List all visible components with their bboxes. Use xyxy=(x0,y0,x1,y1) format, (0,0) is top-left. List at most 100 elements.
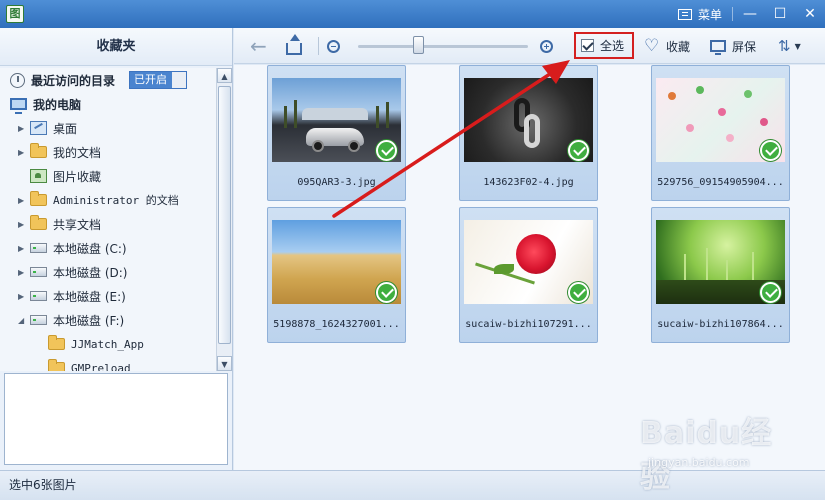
monitor-icon xyxy=(710,40,726,55)
selected-check-icon xyxy=(568,282,589,303)
image-filename: sucaiw-bizhi107291... xyxy=(465,319,592,330)
select-all-label: 全选 xyxy=(600,39,625,53)
sidebar-item-label: 本地磁盘 (C:) xyxy=(53,241,127,256)
sidebar-item-recent[interactable]: 最近访问的目录 已开启 xyxy=(0,68,216,92)
expand-arrow-icon[interactable]: ▶ xyxy=(18,268,28,277)
sidebar-item-admin-documents[interactable]: ▶ Administrator 的文档 xyxy=(0,188,216,212)
selected-check-icon xyxy=(568,140,589,161)
sidebar-item-label: 本地磁盘 (F:) xyxy=(53,313,125,328)
image-card[interactable]: sucaiw-bizhi107291... xyxy=(459,207,598,343)
disk-icon xyxy=(30,291,47,301)
menu-label: 菜单 xyxy=(697,7,722,22)
select-all-button[interactable]: 全选 xyxy=(574,32,634,59)
sidebar-item-gmpreload[interactable]: GMPreload xyxy=(0,356,216,371)
folder-icon xyxy=(48,335,65,350)
image-filename: 095QAR3-3.jpg xyxy=(297,177,376,188)
image-card[interactable]: 143623F02-4.jpg xyxy=(459,65,598,201)
sidebar-item-disk-e[interactable]: ▶ 本地磁盘 (E:) xyxy=(0,284,216,308)
sidebar-item-disk-c[interactable]: ▶ 本地磁盘 (C:) xyxy=(0,236,216,260)
sidebar-item-shared-documents[interactable]: ▶ 共享文档 xyxy=(0,212,216,236)
thumbnail-grid: 095QAR3-3.jpg 143623F02-4.jpg 529756_091… xyxy=(234,65,825,470)
sort-button[interactable]: ⇅ ▼ xyxy=(778,28,801,64)
checkbox-checked-icon xyxy=(581,39,594,52)
recent-toggle[interactable]: 已开启 xyxy=(129,71,188,89)
folder-icon xyxy=(30,191,47,206)
image-card[interactable]: 5198878_1624327001... xyxy=(267,207,406,343)
toolbar: ← 全选 ♡ 收藏 屏保 ⇅ ▼ xyxy=(234,28,825,64)
heart-icon: ♡ xyxy=(644,36,660,56)
expand-arrow-icon[interactable]: ▶ xyxy=(18,292,28,301)
sidebar-item-computer[interactable]: 我的电脑 xyxy=(0,92,216,116)
selected-check-icon xyxy=(376,282,397,303)
close-button[interactable]: ✕ xyxy=(795,2,825,26)
sidebar-item-disk-d[interactable]: ▶ 本地磁盘 (D:) xyxy=(0,260,216,284)
sidebar-item-label: 最近访问的目录 xyxy=(31,73,116,88)
image-card[interactable]: sucaiw-bizhi107864... xyxy=(651,207,790,343)
maximize-button[interactable]: ☐ xyxy=(765,2,795,26)
preview-panel xyxy=(4,373,228,465)
image-filename: 529756_09154905904... xyxy=(657,177,784,188)
disk-icon xyxy=(30,267,47,277)
expand-arrow-icon[interactable]: ▶ xyxy=(18,220,28,229)
folder-icon xyxy=(30,143,47,158)
status-text: 选中6张图片 xyxy=(9,478,77,492)
zoom-slider[interactable] xyxy=(358,45,528,48)
zoom-in-icon[interactable] xyxy=(540,28,558,64)
zoom-slider-thumb[interactable] xyxy=(412,36,424,54)
favorite-button[interactable]: ♡ 收藏 xyxy=(644,28,690,64)
title-bar: 图 菜单 — ☐ ✕ xyxy=(0,0,825,28)
sidebar-item-label: 本地磁盘 (D:) xyxy=(53,265,128,280)
sidebar-item-label: 我的文档 xyxy=(53,145,102,160)
expand-arrow-icon[interactable]: ▶ xyxy=(18,124,28,133)
zoom-out-icon[interactable] xyxy=(327,28,345,64)
clock-icon xyxy=(10,72,25,88)
app-logo-icon: 图 xyxy=(6,5,24,23)
divider xyxy=(732,7,733,21)
image-filename: sucaiw-bizhi107864... xyxy=(657,319,784,330)
computer-icon xyxy=(10,98,27,114)
favorite-label: 收藏 xyxy=(666,39,691,54)
back-arrow-icon[interactable]: ← xyxy=(250,28,267,64)
sidebar-scrollbar[interactable]: ▲ ▼ xyxy=(216,68,232,371)
folder-icon xyxy=(30,215,47,230)
selected-check-icon xyxy=(760,140,781,161)
sidebar-item-label: GMPreload xyxy=(71,361,131,372)
image-card[interactable]: 529756_09154905904... xyxy=(651,65,790,201)
sidebar-item-label: 我的电脑 xyxy=(33,97,82,112)
sidebar-item-disk-f[interactable]: ◢ 本地磁盘 (F:) xyxy=(0,308,216,332)
expand-arrow-icon[interactable]: ▶ xyxy=(18,148,28,157)
disk-icon xyxy=(30,315,47,325)
expand-arrow-icon[interactable]: ▶ xyxy=(18,196,28,205)
screensaver-label: 屏保 xyxy=(732,39,757,54)
menu-button[interactable]: 菜单 xyxy=(670,3,730,25)
sidebar-item-label: 本地磁盘 (E:) xyxy=(53,289,126,304)
sidebar-item-my-documents[interactable]: ▶ 我的文档 xyxy=(0,140,216,164)
expand-arrow-icon[interactable]: ▶ xyxy=(18,244,28,253)
screensaver-button[interactable]: 屏保 xyxy=(710,28,756,64)
folder-tree: 最近访问的目录 已开启 我的电脑 ▶ 桌面 ▶ 我的文档 图片收藏 ▶ Admi… xyxy=(0,68,216,371)
status-bar: 选中6张图片 xyxy=(0,470,825,500)
collapse-arrow-icon[interactable]: ◢ xyxy=(18,316,28,325)
parent-folder-icon[interactable] xyxy=(286,28,304,64)
window-controls: 菜单 — ☐ ✕ xyxy=(670,0,825,28)
sidebar-item-jjmatch[interactable]: JJMatch_App xyxy=(0,332,216,356)
desktop-icon xyxy=(30,121,47,135)
divider xyxy=(318,37,319,55)
disk-icon xyxy=(30,243,47,253)
sidebar-item-label: 共享文档 xyxy=(53,217,102,232)
sort-icon: ⇅ xyxy=(778,37,791,55)
image-card[interactable]: 095QAR3-3.jpg xyxy=(267,65,406,201)
picture-icon xyxy=(30,169,47,183)
sidebar-item-label: 图片收藏 xyxy=(53,169,102,184)
scroll-down-icon[interactable]: ▼ xyxy=(217,356,232,371)
minimize-button[interactable]: — xyxy=(735,2,765,26)
menu-icon xyxy=(677,8,692,20)
scrollbar-thumb[interactable] xyxy=(218,86,231,344)
scroll-up-icon[interactable]: ▲ xyxy=(217,68,232,83)
sidebar-item-label: JJMatch_App xyxy=(71,337,144,351)
sidebar: 收藏夹 最近访问的目录 已开启 我的电脑 ▶ 桌面 ▶ 我的文档 图片收藏 ▶ xyxy=(0,28,233,470)
sidebar-title: 收藏夹 xyxy=(0,28,232,66)
sidebar-item-label: 桌面 xyxy=(53,121,78,136)
sidebar-item-pictures[interactable]: 图片收藏 xyxy=(0,164,216,188)
sidebar-item-desktop[interactable]: ▶ 桌面 xyxy=(0,116,216,140)
